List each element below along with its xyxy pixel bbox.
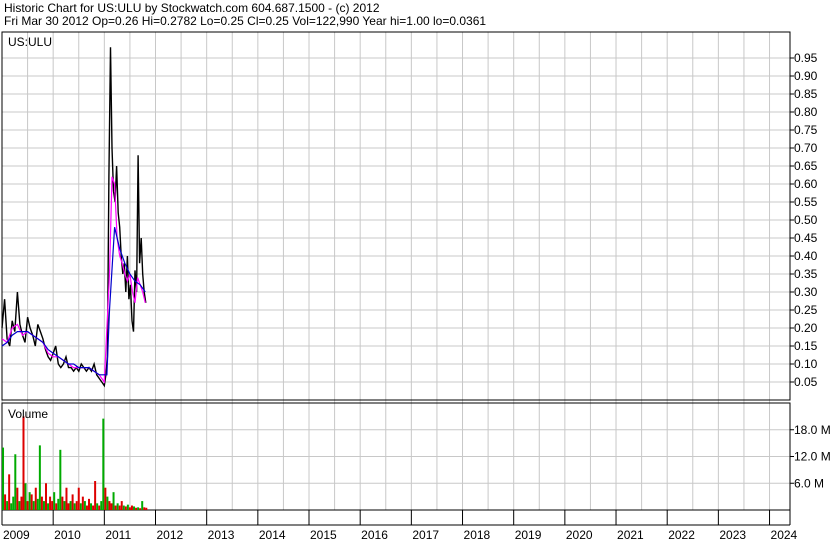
price-series-line-2: [1, 227, 146, 376]
symbol-label: US:ULU: [8, 35, 52, 49]
year-tick-label: 2020: [566, 528, 593, 542]
price-tick-label: 0.55: [794, 195, 818, 209]
price-series-line-1: [1, 176, 146, 384]
year-tick-label: 2009: [3, 528, 30, 542]
time-axis-ticks: 2009 2010 2011 2012 2013 2014 2015 2016 2017 2018…: [1, 510, 798, 542]
price-tick-label: 0.30: [794, 285, 818, 299]
year-tick-label: 2010: [54, 528, 81, 542]
price-tick-label: 0.40: [794, 249, 818, 263]
price-tick-label: 0.90: [794, 69, 818, 83]
price-tick-label: 0.60: [794, 177, 818, 191]
volume-bars: [2, 416, 148, 510]
price-tick-label: 0.15: [794, 339, 818, 353]
price-tick-label: 0.70: [794, 141, 818, 155]
price-tick-label: 0.10: [794, 357, 818, 371]
year-tick-label: 2024: [771, 528, 798, 542]
price-series: [1, 47, 147, 388]
price-tick-label: 0.45: [794, 231, 818, 245]
year-tick-label: 2023: [719, 528, 746, 542]
price-tick-label: 0.80: [794, 105, 818, 119]
year-tick-label: 2013: [208, 528, 235, 542]
volume-tick-label: 6.0 M: [794, 476, 824, 490]
year-tick-label: 2022: [668, 528, 695, 542]
chart-frames: [1, 31, 791, 526]
price-tick-label: 0.05: [794, 375, 818, 389]
chart-grid: [1, 32, 790, 510]
year-tick-label: 2017: [412, 528, 439, 542]
price-tick-label: 0.20: [794, 321, 818, 335]
price-tick-label: 0.35: [794, 267, 818, 281]
year-tick-label: 2015: [310, 528, 337, 542]
year-tick-label: 2014: [259, 528, 286, 542]
year-tick-label: 2021: [617, 528, 644, 542]
year-tick-label: 2016: [361, 528, 388, 542]
price-tick-label: 0.50: [794, 213, 818, 227]
volume-tick-label: 12.0 M: [794, 450, 830, 464]
price-tick-label: 0.85: [794, 87, 818, 101]
volume-tick-label: 18.0 M: [794, 423, 830, 437]
price-tick-label: 0.25: [794, 303, 818, 317]
year-tick-label: 2018: [464, 528, 491, 542]
volume-label: Volume: [8, 407, 48, 421]
price-tick-label: 0.75: [794, 123, 818, 137]
volume-axis-ticks: 6.0 M 12.0 M 18.0 M: [790, 423, 830, 490]
price-panel-frame: [1, 31, 791, 401]
year-tick-label: 2019: [515, 528, 542, 542]
year-tick-label: 2012: [157, 528, 184, 542]
price-tick-label: 0.95: [794, 51, 818, 65]
stock-chart: 0.05 0.10 0.15 0.20 0.25 0.30 0.35 0.40 0.45 0.50…: [1, 31, 830, 542]
price-axis-ticks: 0.05 0.10 0.15 0.20 0.25 0.30 0.35 0.40 0.45 0.50…: [790, 51, 818, 389]
year-tick-label: 2011: [105, 528, 131, 542]
price-tick-label: 0.65: [794, 159, 818, 173]
